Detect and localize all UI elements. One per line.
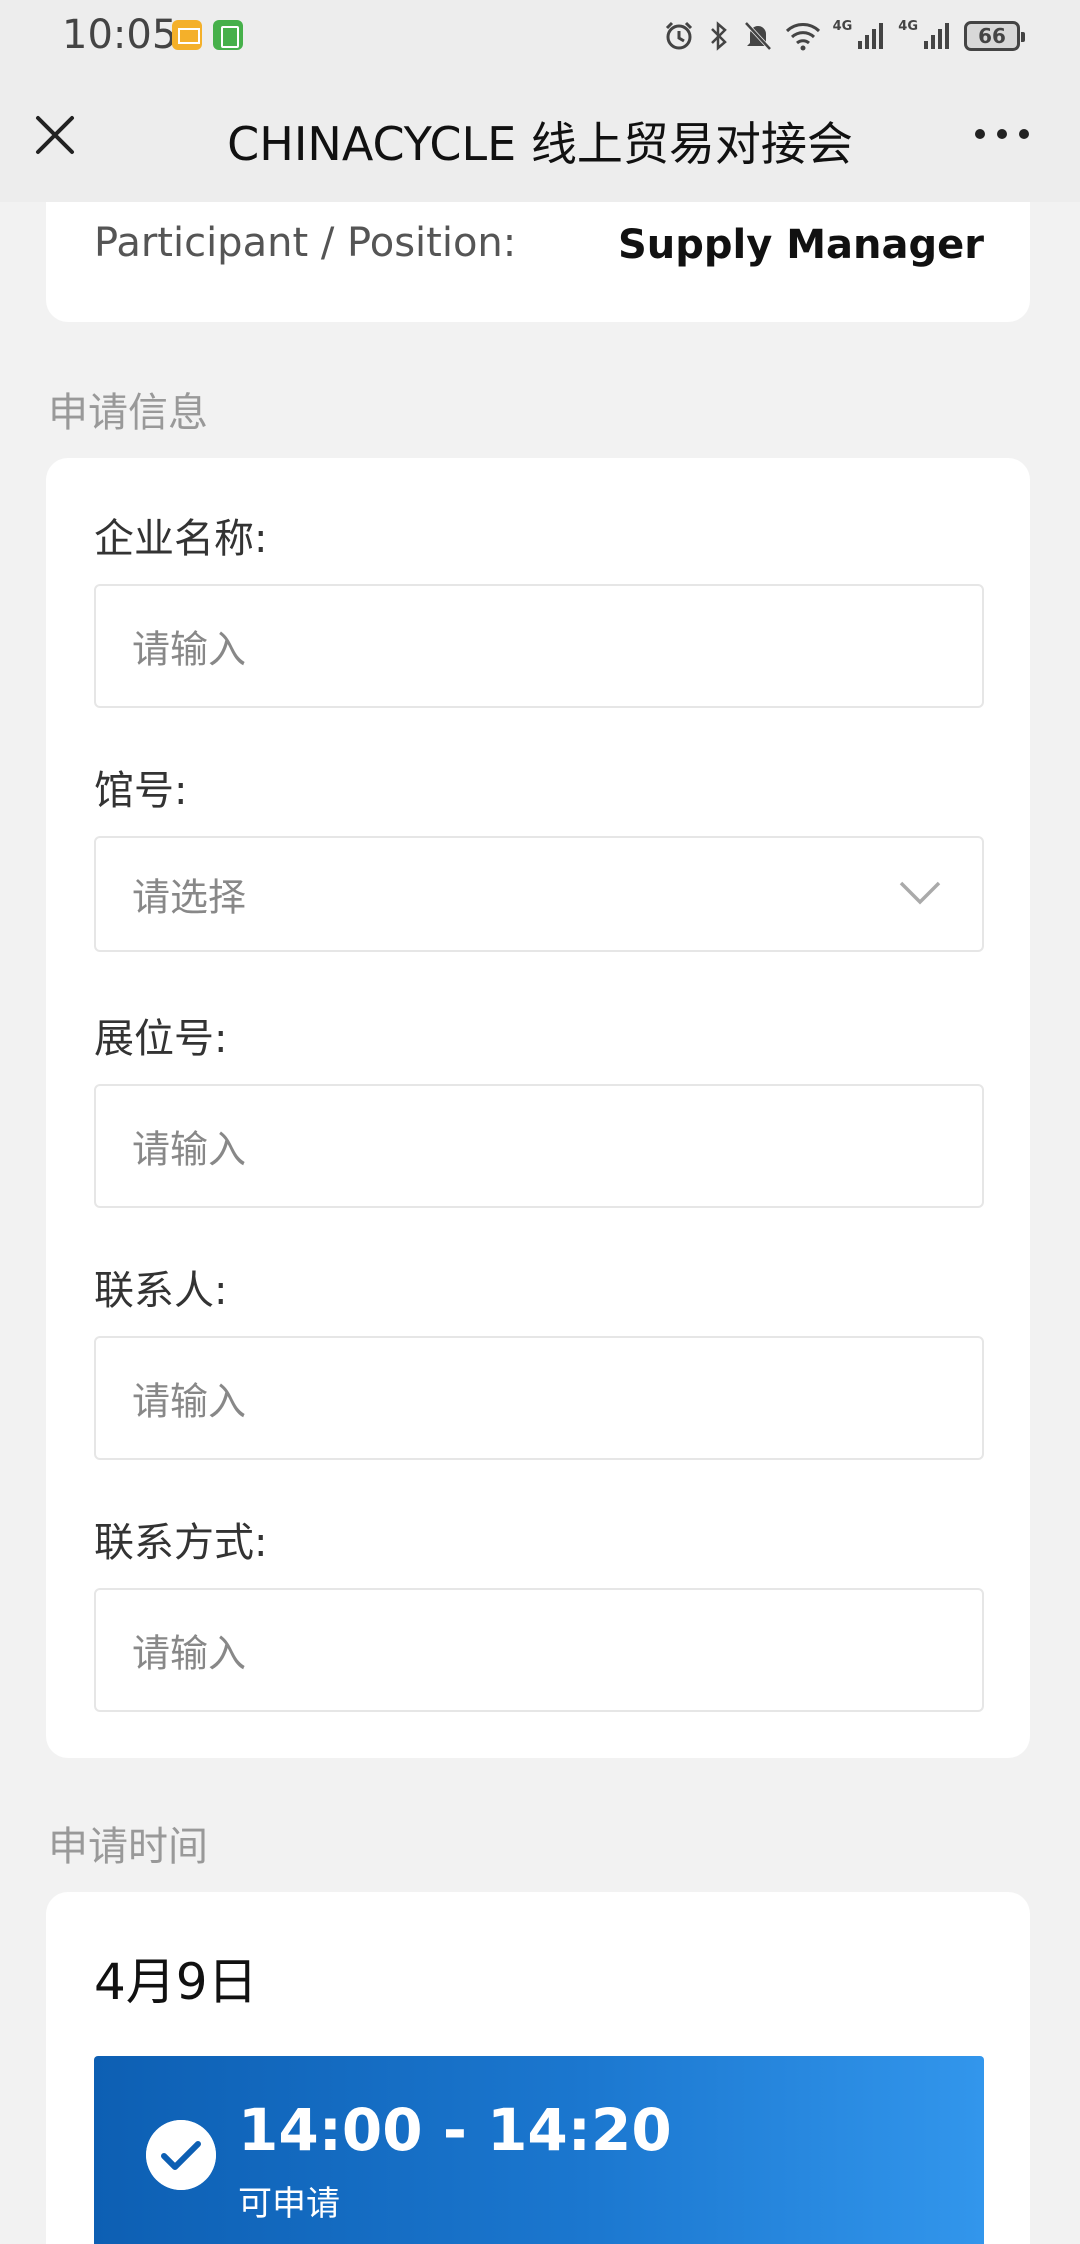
page-content[interactable]: Participant / Position: Supply Manager 申… xyxy=(0,202,1080,2244)
contact-method-input[interactable]: 请输入 xyxy=(94,1588,984,1712)
contact-person-label: 联系人: xyxy=(94,1268,228,1314)
contact-person-input[interactable]: 请输入 xyxy=(94,1336,984,1460)
mail-notification-icon xyxy=(172,20,202,50)
network-label-1: 4G xyxy=(832,18,853,34)
check-circle-icon xyxy=(146,2120,216,2190)
section-title-application-time: 申请时间 xyxy=(48,1824,208,1870)
participant-card: Participant / Position: Supply Manager xyxy=(46,202,1030,322)
mute-bell-icon xyxy=(744,21,772,51)
status-bar: 10:05 4G 4G 66 xyxy=(0,0,1080,74)
status-icons: 4G 4G 66 xyxy=(663,16,1025,56)
wifi-icon xyxy=(785,23,820,51)
more-options-icon[interactable] xyxy=(974,124,1030,144)
contact-person-placeholder: 请输入 xyxy=(132,1379,247,1424)
chevron-down-icon xyxy=(899,881,941,905)
nav-bar: CHINACYCLE 线上贸易对接会 xyxy=(0,74,1080,202)
time-slot-status: 可申请 xyxy=(238,2184,340,2224)
booth-number-placeholder: 请输入 xyxy=(132,1127,247,1172)
network-label-2: 4G xyxy=(898,18,918,34)
time-slot[interactable]: 14:00 - 14:20 可申请 xyxy=(94,2056,984,2244)
company-name-placeholder: 请输入 xyxy=(132,627,247,672)
page-title: CHINACYCLE 线上贸易对接会 xyxy=(227,117,853,171)
hall-number-select[interactable]: 请选择 xyxy=(94,836,984,952)
time-slot-time: 14:00 - 14:20 xyxy=(238,2096,672,2164)
contact-method-label: 联系方式: xyxy=(94,1520,268,1566)
booth-number-label: 展位号: xyxy=(94,1016,228,1062)
sim-notification-icon xyxy=(213,20,243,50)
alarm-icon xyxy=(665,21,692,50)
hall-number-placeholder: 请选择 xyxy=(132,875,247,920)
status-time: 10:05 xyxy=(62,12,178,58)
contact-method-placeholder: 请输入 xyxy=(132,1631,247,1676)
signal-icon-2 xyxy=(924,23,949,49)
company-name-input[interactable]: 请输入 xyxy=(94,584,984,708)
signal-icon-1 xyxy=(858,23,884,49)
section-title-application-info: 申请信息 xyxy=(48,390,208,436)
application-time-card: 4月9日 14:00 - 14:20 可申请 xyxy=(46,1892,1030,2244)
date-label: 4月9日 xyxy=(94,1953,258,2011)
hall-number-label: 馆号: xyxy=(94,768,188,814)
participant-label: Participant / Position: xyxy=(94,220,517,266)
participant-value: Supply Manager xyxy=(617,222,984,268)
bluetooth-icon xyxy=(710,21,727,51)
booth-number-input[interactable]: 请输入 xyxy=(94,1084,984,1208)
application-form-card: 企业名称: 请输入 馆号: 请选择 展位号: 请输入 联系人: 请输入 联系方式… xyxy=(46,458,1030,1758)
company-name-label: 企业名称: xyxy=(94,516,268,562)
battery-icon: 66 xyxy=(964,21,1025,51)
